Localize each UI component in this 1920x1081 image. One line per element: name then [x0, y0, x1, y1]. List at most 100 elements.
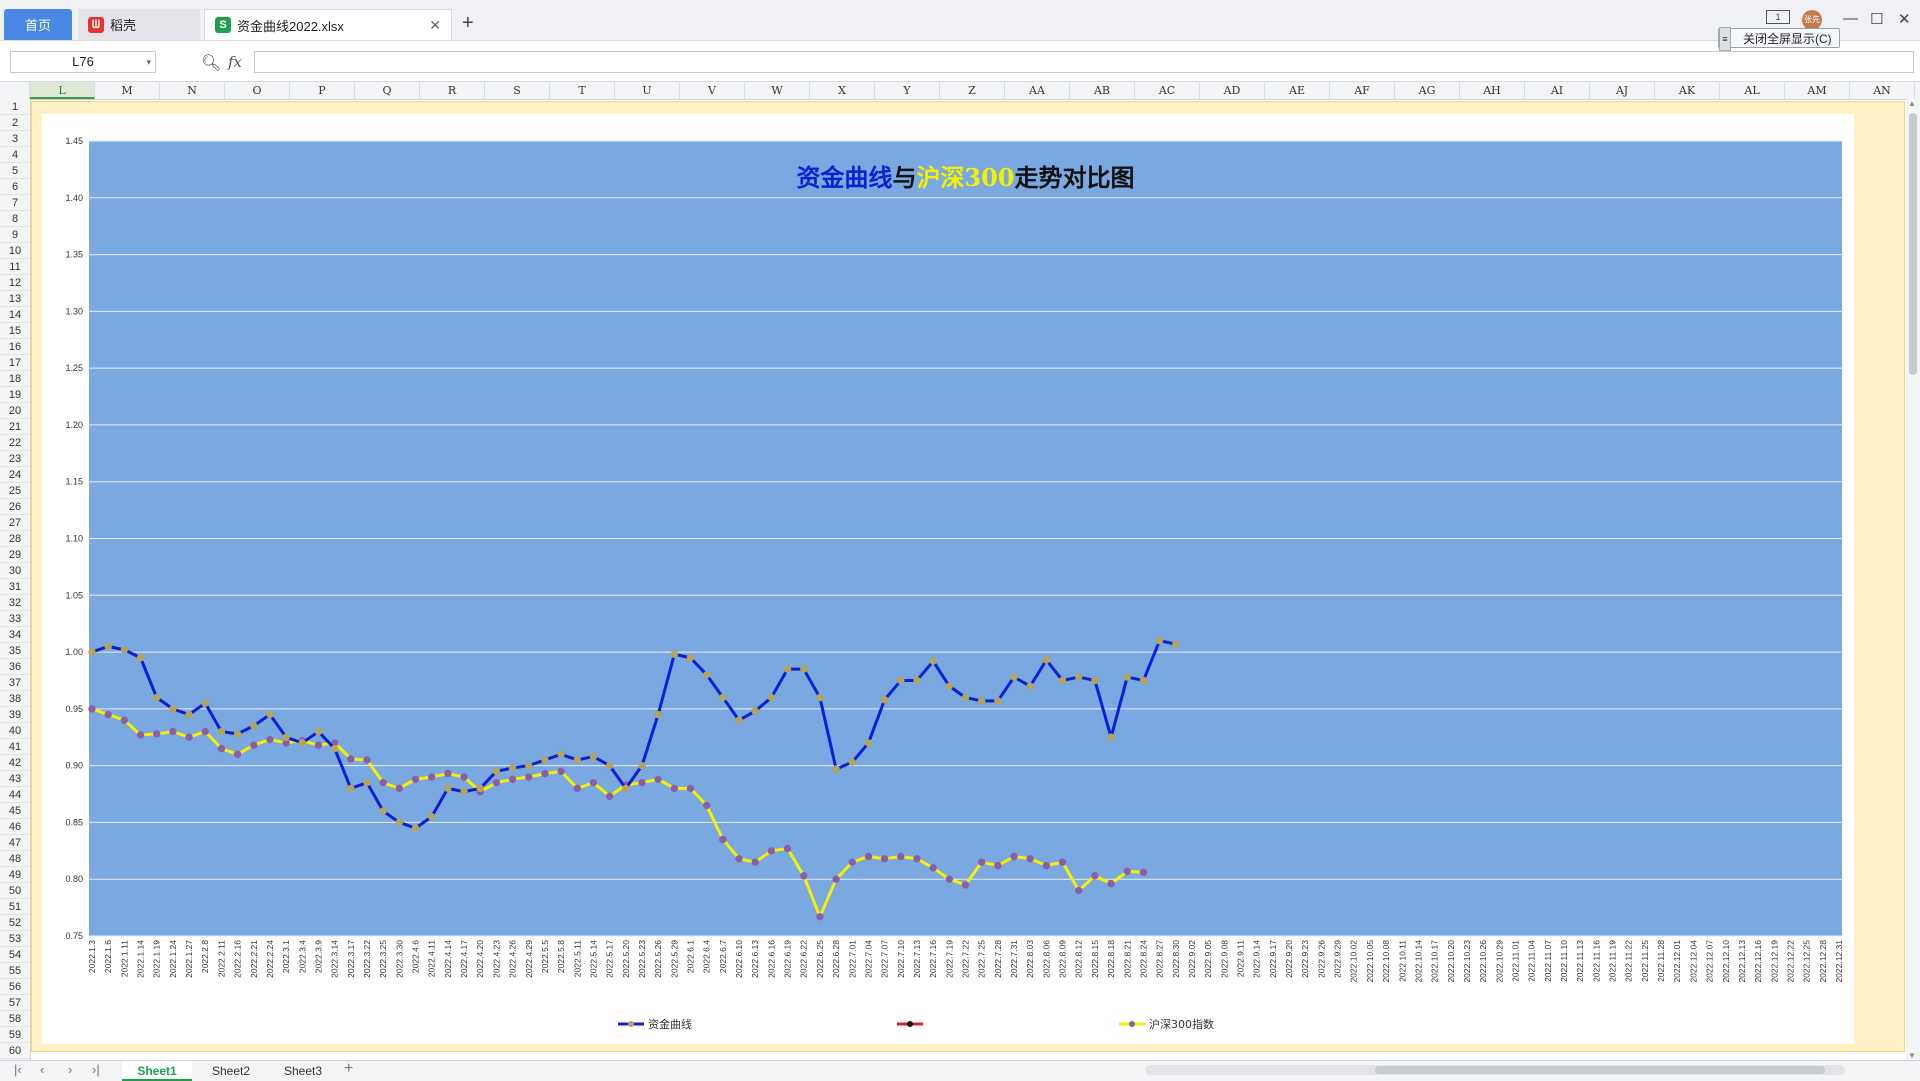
- minimize-icon[interactable]: —: [1843, 10, 1858, 27]
- column-header-S[interactable]: S: [485, 82, 550, 99]
- column-header-AE[interactable]: AE: [1265, 82, 1330, 99]
- row-header-53[interactable]: 53: [0, 931, 30, 947]
- row-header-21[interactable]: 21: [0, 419, 30, 435]
- row-header-57[interactable]: 57: [0, 995, 30, 1011]
- row-header-20[interactable]: 20: [0, 403, 30, 419]
- column-header-AG[interactable]: AG: [1395, 82, 1460, 99]
- column-header-P[interactable]: P: [290, 82, 355, 99]
- column-header-AD[interactable]: AD: [1200, 82, 1265, 99]
- next-sheet-icon[interactable]: ›: [68, 1062, 72, 1077]
- column-header-O[interactable]: O: [225, 82, 290, 99]
- row-header-41[interactable]: 41: [0, 739, 30, 755]
- last-sheet-icon[interactable]: ›|: [92, 1062, 100, 1077]
- row-header-18[interactable]: 18: [0, 371, 30, 387]
- first-sheet-icon[interactable]: |‹: [14, 1062, 22, 1077]
- row-header-42[interactable]: 42: [0, 755, 30, 771]
- row-header-13[interactable]: 13: [0, 291, 30, 307]
- row-header-23[interactable]: 23: [0, 451, 30, 467]
- row-header-50[interactable]: 50: [0, 883, 30, 899]
- column-header-AB[interactable]: AB: [1070, 82, 1135, 99]
- tab-home[interactable]: 首页: [4, 9, 72, 40]
- row-header-16[interactable]: 16: [0, 339, 30, 355]
- column-header-R[interactable]: R: [420, 82, 485, 99]
- row-header-19[interactable]: 19: [0, 387, 30, 403]
- row-header-60[interactable]: 60: [0, 1043, 30, 1059]
- row-header-39[interactable]: 39: [0, 707, 30, 723]
- row-header-2[interactable]: 2: [0, 115, 30, 131]
- row-header-35[interactable]: 35: [0, 643, 30, 659]
- column-header-X[interactable]: X: [810, 82, 875, 99]
- row-header-14[interactable]: 14: [0, 307, 30, 323]
- row-header-6[interactable]: 6: [0, 179, 30, 195]
- row-header-46[interactable]: 46: [0, 819, 30, 835]
- scroll-down-icon[interactable]: ▼: [1908, 1051, 1916, 1060]
- exit-fullscreen-button[interactable]: ≡ 关闭全屏显示(C): [1718, 27, 1840, 51]
- column-header-AC[interactable]: AC: [1135, 82, 1200, 99]
- chart-area[interactable]: 0.75 0.80 0.85 0.90 0.95 1.00 1.05 1.10 1.15 1.20…: [42, 114, 1854, 1044]
- row-header-8[interactable]: 8: [0, 211, 30, 227]
- drag-handle-icon[interactable]: ≡: [1719, 27, 1731, 51]
- column-header-AI[interactable]: AI: [1525, 82, 1590, 99]
- column-header-Z[interactable]: Z: [940, 82, 1005, 99]
- row-header-32[interactable]: 32: [0, 595, 30, 611]
- add-sheet-icon[interactable]: +: [344, 1060, 353, 1078]
- column-header-N[interactable]: N: [160, 82, 225, 99]
- row-header-15[interactable]: 15: [0, 323, 30, 339]
- row-header-36[interactable]: 36: [0, 659, 30, 675]
- close-window-icon[interactable]: ✕: [1898, 10, 1911, 28]
- close-tab-icon[interactable]: ✕: [429, 17, 441, 34]
- row-header-24[interactable]: 24: [0, 467, 30, 483]
- maximize-icon[interactable]: ☐: [1870, 10, 1883, 28]
- tab-spreadsheet-file[interactable]: S 资金曲线2022.xlsx ✕: [204, 9, 452, 40]
- column-header-L[interactable]: L: [30, 82, 95, 99]
- row-header-25[interactable]: 25: [0, 483, 30, 499]
- zoom-icon[interactable]: 🔍︎: [201, 53, 221, 73]
- row-header-31[interactable]: 31: [0, 579, 30, 595]
- column-header-V[interactable]: V: [680, 82, 745, 99]
- column-header-AL[interactable]: AL: [1720, 82, 1785, 99]
- row-header-54[interactable]: 54: [0, 947, 30, 963]
- row-header-49[interactable]: 49: [0, 867, 30, 883]
- row-header-45[interactable]: 45: [0, 803, 30, 819]
- row-header-11[interactable]: 11: [0, 259, 30, 275]
- column-header-Q[interactable]: Q: [355, 82, 420, 99]
- select-all-corner[interactable]: [0, 82, 30, 99]
- avatar[interactable]: 张先: [1802, 10, 1822, 30]
- chevron-down-icon[interactable]: ▾: [146, 52, 151, 72]
- scroll-up-icon[interactable]: ▲: [1908, 99, 1916, 108]
- formula-input[interactable]: [254, 51, 1914, 73]
- column-header-W[interactable]: W: [745, 82, 810, 99]
- layout-toggle-icon[interactable]: 1: [1766, 10, 1790, 24]
- tab-docer[interactable]: ᗯ 稻壳: [78, 9, 200, 40]
- column-header-AK[interactable]: AK: [1655, 82, 1720, 99]
- row-header-58[interactable]: 58: [0, 1011, 30, 1027]
- row-header-26[interactable]: 26: [0, 499, 30, 515]
- add-tab-icon[interactable]: +: [462, 12, 474, 35]
- row-header-29[interactable]: 29: [0, 547, 30, 563]
- name-box[interactable]: L76 ▾: [10, 51, 156, 73]
- column-header-AH[interactable]: AH: [1460, 82, 1525, 99]
- column-header-U[interactable]: U: [615, 82, 680, 99]
- row-header-10[interactable]: 10: [0, 243, 30, 259]
- row-header-7[interactable]: 7: [0, 195, 30, 211]
- row-header-48[interactable]: 48: [0, 851, 30, 867]
- prev-sheet-icon[interactable]: ‹: [40, 1062, 44, 1077]
- row-header-17[interactable]: 17: [0, 355, 30, 371]
- row-header-22[interactable]: 22: [0, 435, 30, 451]
- column-header-AA[interactable]: AA: [1005, 82, 1070, 99]
- row-header-55[interactable]: 55: [0, 963, 30, 979]
- row-header-37[interactable]: 37: [0, 675, 30, 691]
- row-header-3[interactable]: 3: [0, 131, 30, 147]
- sheet-tab-1[interactable]: Sheet1: [122, 1061, 192, 1081]
- row-header-51[interactable]: 51: [0, 899, 30, 915]
- sheet-tab-2[interactable]: Sheet2: [196, 1061, 266, 1081]
- vertical-scrollbar[interactable]: ▲ ▼: [1906, 99, 1920, 1060]
- sheet-tab-3[interactable]: Sheet3: [268, 1061, 338, 1081]
- row-header-5[interactable]: 5: [0, 163, 30, 179]
- function-icon[interactable]: fx: [228, 53, 242, 71]
- row-header-38[interactable]: 38: [0, 691, 30, 707]
- row-header-52[interactable]: 52: [0, 915, 30, 931]
- row-header-28[interactable]: 28: [0, 531, 30, 547]
- row-header-56[interactable]: 56: [0, 979, 30, 995]
- row-header-47[interactable]: 47: [0, 835, 30, 851]
